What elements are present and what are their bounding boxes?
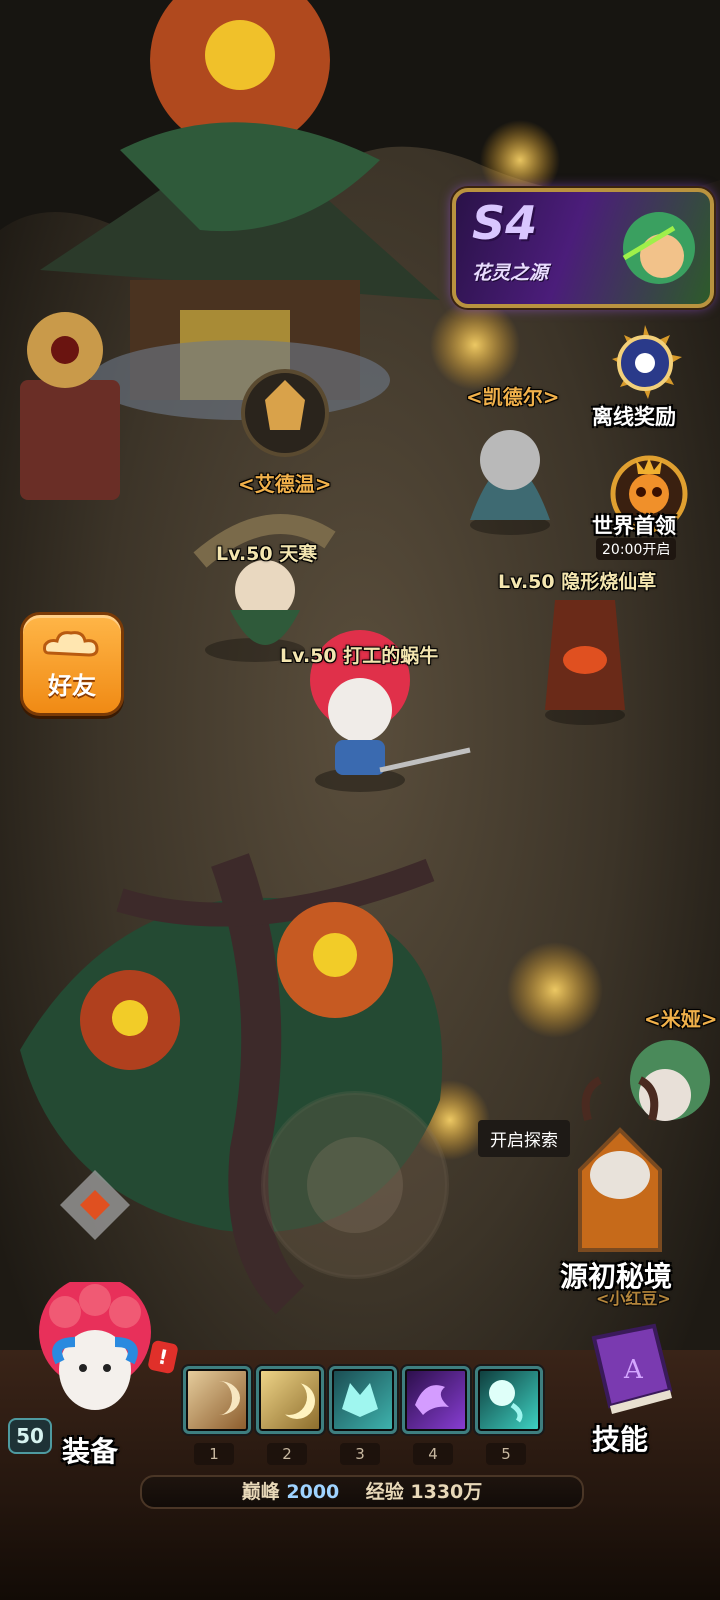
moon-crescent-icon bbox=[271, 1379, 307, 1415]
moon-sun-icon bbox=[612, 325, 682, 399]
skill-slot-number: 3 bbox=[340, 1443, 380, 1465]
peak-value: 2000 bbox=[286, 1481, 340, 1503]
offline-reward-button[interactable]: 离线奖励 bbox=[590, 325, 700, 435]
wolf-spirit-icon bbox=[342, 1383, 378, 1417]
skill-slot-4[interactable] bbox=[402, 1366, 470, 1434]
friends-label: 好友 bbox=[48, 672, 96, 700]
svg-text:A: A bbox=[623, 1355, 644, 1385]
npc-name-mia: <米娅> bbox=[644, 1007, 718, 1031]
season-number: S4 bbox=[472, 196, 538, 250]
equip-label: 装备 bbox=[62, 1435, 119, 1468]
tree-monster-player[interactable] bbox=[545, 600, 625, 725]
skill-slot-number: 4 bbox=[413, 1443, 453, 1465]
skill-slot-number: 2 bbox=[267, 1443, 307, 1465]
world-boss-time: 20:00开启 bbox=[596, 538, 677, 560]
cyan-orb-icon bbox=[489, 1380, 523, 1423]
exp-label: 经验 bbox=[365, 1481, 404, 1503]
skill-slot-2[interactable] bbox=[256, 1366, 324, 1434]
player-level: Lv.50 bbox=[216, 543, 273, 565]
world-boss-button[interactable]: 世界首领 20:00开启 bbox=[592, 452, 706, 562]
world-boss-label: 世界首领 bbox=[592, 514, 676, 538]
dungeon-label[interactable]: 源初秘境 bbox=[560, 1255, 672, 1295]
player-name: 天寒 bbox=[279, 543, 318, 565]
friends-button[interactable]: 好友 bbox=[20, 612, 124, 716]
player-name: 隐形烧仙草 bbox=[561, 571, 657, 593]
archer-portrait-icon bbox=[622, 212, 695, 284]
stats-bar: 巅峰 2000 经验 1330万 bbox=[140, 1475, 584, 1509]
player-nameplate: Lv.50 打工的蜗牛 bbox=[280, 641, 438, 668]
npc-name-edwin: <艾德温> bbox=[238, 472, 332, 496]
skill-slot-number: 5 bbox=[486, 1443, 526, 1465]
skill-slot-3[interactable] bbox=[329, 1366, 397, 1434]
season-event-banner[interactable]: S4 花灵之源 bbox=[452, 188, 714, 308]
player-name: 打工的蜗牛 bbox=[343, 645, 439, 667]
fox-npc-edwin-portrait[interactable] bbox=[241, 369, 329, 457]
npc-name-kaider: <凯德尔> bbox=[466, 385, 560, 409]
player-nameplate: Lv.50 隐形烧仙草 bbox=[498, 567, 656, 594]
earth-slash-icon bbox=[198, 1381, 240, 1415]
skills-button[interactable]: A 技能 bbox=[560, 1318, 700, 1468]
player-nameplate: Lv.50 天寒 bbox=[216, 539, 317, 566]
hero-level-badge: 50 bbox=[8, 1418, 52, 1454]
exp-value: 1330万 bbox=[410, 1481, 483, 1503]
cloud-icon bbox=[43, 631, 99, 657]
skill-slot-1[interactable] bbox=[183, 1366, 251, 1434]
skill-slot-5[interactable] bbox=[475, 1366, 543, 1434]
virtual-joystick[interactable] bbox=[261, 1091, 449, 1279]
explore-tooltip: 开启探索 bbox=[478, 1120, 570, 1157]
hero-portrait bbox=[39, 1276, 151, 1410]
player-level: Lv.50 bbox=[498, 571, 555, 593]
offline-reward-label: 离线奖励 bbox=[592, 405, 676, 429]
skill-slot-number: 1 bbox=[194, 1443, 234, 1465]
spellbook-icon: A bbox=[591, 1323, 673, 1414]
purple-dragon-icon bbox=[415, 1385, 449, 1415]
season-title: 花灵之源 bbox=[472, 262, 549, 284]
peak-label: 巅峰 bbox=[241, 1481, 280, 1503]
player-level: Lv.50 bbox=[280, 645, 337, 667]
skills-label: 技能 bbox=[592, 1423, 649, 1456]
